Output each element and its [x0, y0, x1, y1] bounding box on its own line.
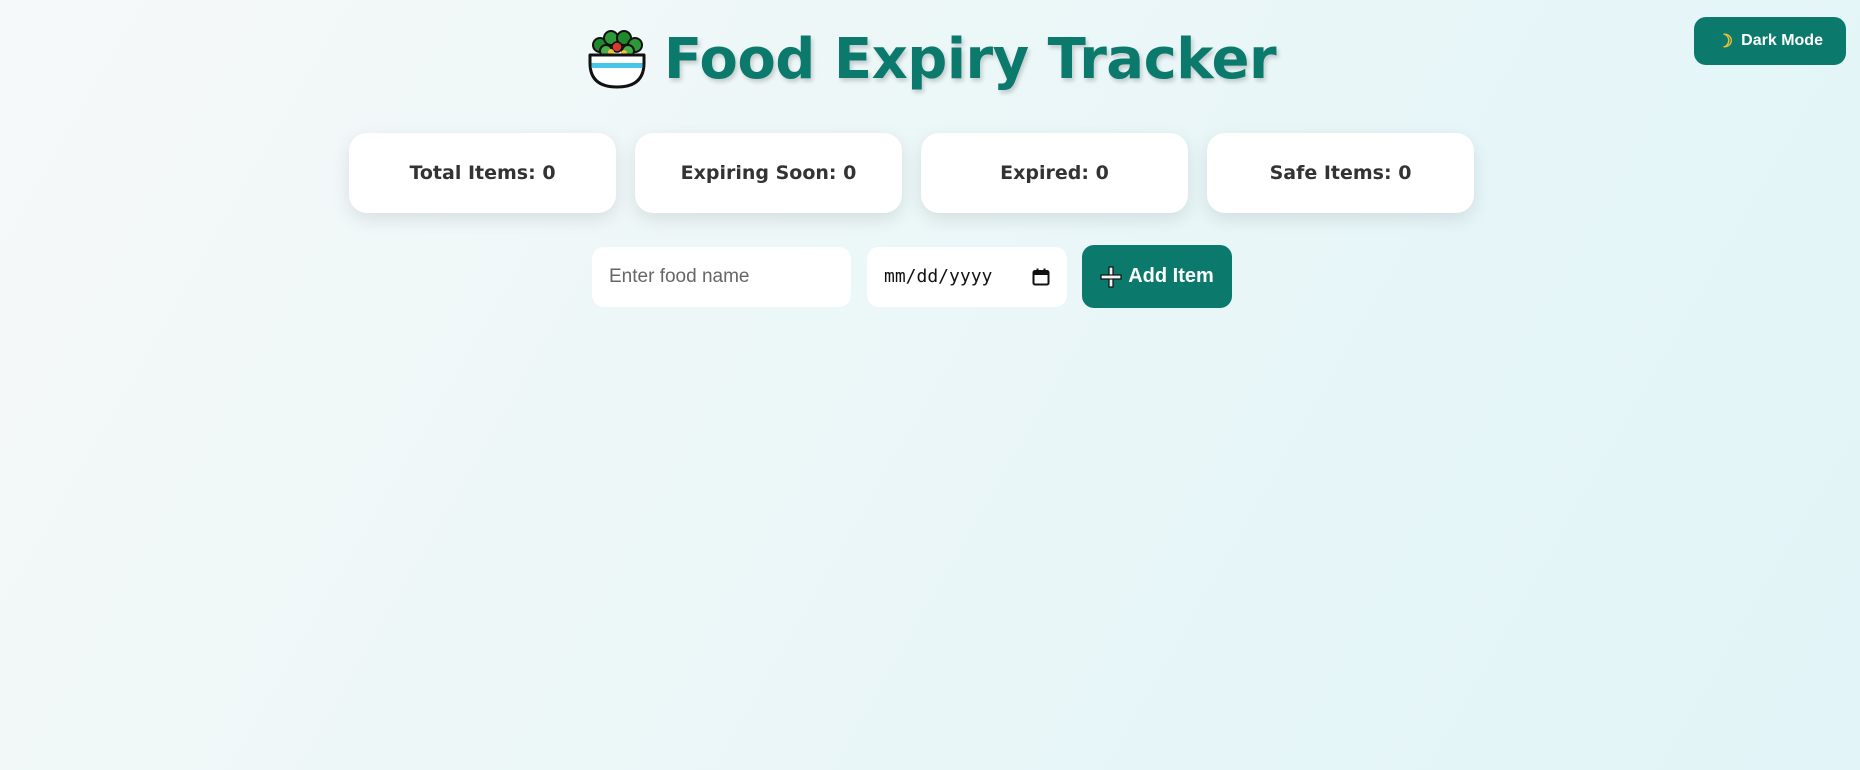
- expiry-date-input[interactable]: mm/dd/yyyy: [867, 246, 1067, 307]
- stats-row: Total Items: 0 Expiring Soon: 0 Expired:…: [349, 133, 1474, 213]
- stat-expiring-soon: Expiring Soon: 0: [635, 133, 902, 213]
- calendar-icon[interactable]: [1032, 268, 1050, 286]
- add-item-form: mm/dd/yyyy Add Item: [592, 245, 1232, 308]
- plus-icon: [1100, 265, 1122, 288]
- add-item-label: Add Item: [1128, 265, 1214, 287]
- food-name-input[interactable]: [592, 246, 851, 307]
- green-salad-icon: [588, 30, 646, 89]
- page-header: Food Expiry Tracker: [0, 22, 1860, 98]
- stat-total-items: Total Items: 0: [349, 133, 616, 213]
- stat-safe-items: Safe Items: 0: [1207, 133, 1474, 213]
- add-item-button[interactable]: Add Item: [1082, 245, 1232, 308]
- stat-expired: Expired: 0: [921, 133, 1188, 213]
- date-placeholder: mm/dd/yyyy: [884, 266, 993, 287]
- page-title: Food Expiry Tracker: [663, 27, 1277, 92]
